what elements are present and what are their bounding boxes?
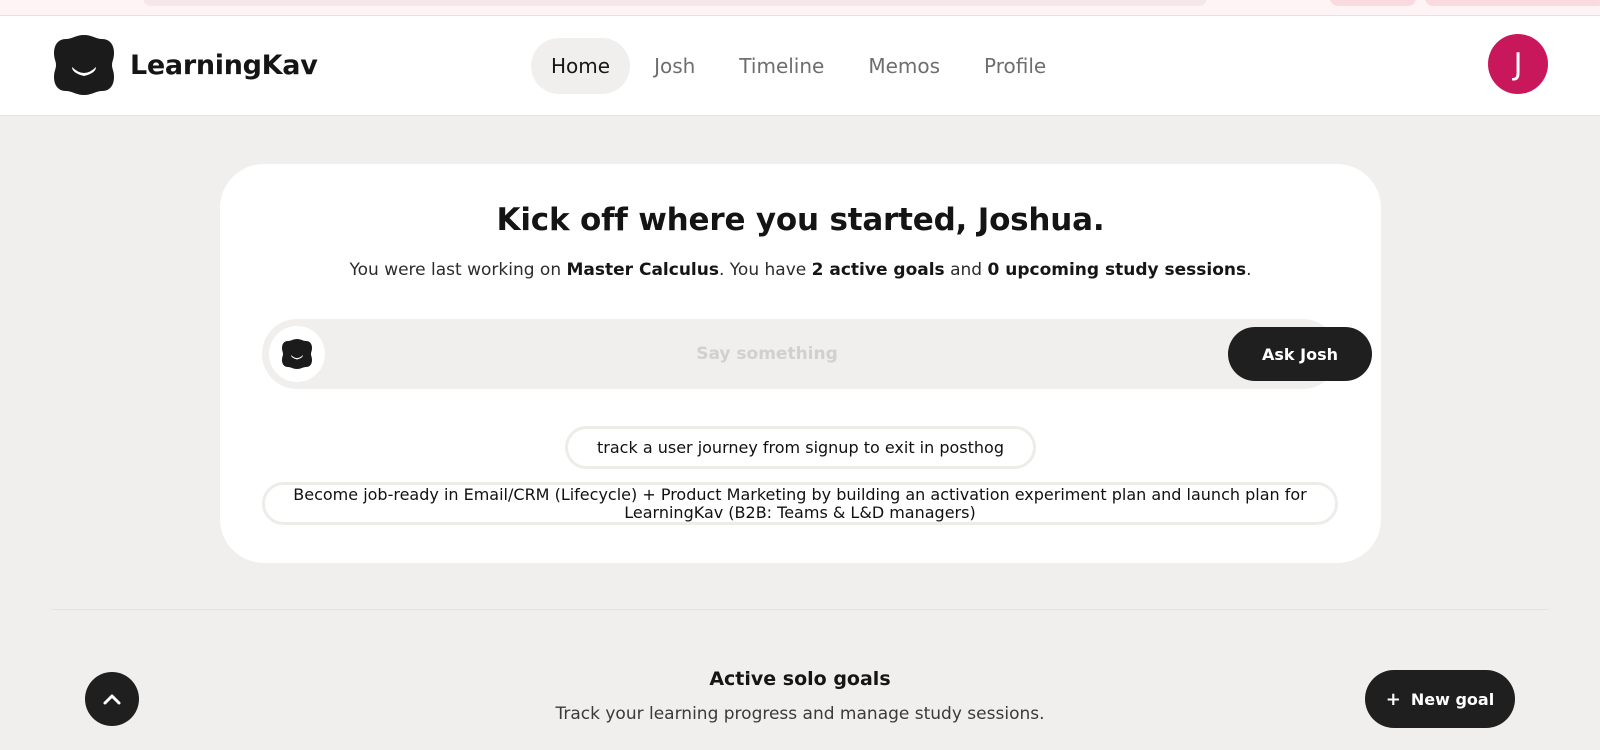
new-goal-label: New goal [1410, 689, 1495, 709]
brand-name: LearningKav [130, 49, 318, 81]
user-avatar[interactable]: J [1488, 34, 1548, 94]
suggestion-chip[interactable]: Become job-ready in Email/CRM (Lifecycle… [262, 482, 1338, 525]
nav-item-timeline[interactable]: Timeline [719, 38, 844, 94]
section-divider [52, 609, 1548, 610]
upcoming-sessions-count: 0 upcoming study sessions [987, 260, 1247, 280]
browser-top-strip [0, 0, 1600, 16]
nav-item-profile[interactable]: Profile [964, 38, 1066, 94]
app-header: LearningKav Home Josh Timeline Memos Pro… [0, 16, 1600, 116]
main-nav: Home Josh Timeline Memos Profile [531, 38, 1066, 94]
new-goal-button[interactable]: + New goal [1365, 670, 1515, 728]
smile-blob-icon [282, 339, 312, 369]
top-strip-bar [143, 0, 1207, 6]
suggestion-chip[interactable]: track a user journey from signup to exit… [565, 426, 1036, 469]
ask-input[interactable] [337, 329, 1197, 379]
hero-card: Kick off where you started, Joshua. You … [220, 164, 1381, 563]
active-goals-count: 2 active goals [811, 260, 945, 280]
subtitle-text: You were last working on [349, 260, 567, 280]
last-goal-name: Master Calculus [566, 260, 719, 280]
subtitle-text: . [1246, 260, 1252, 280]
nav-item-home[interactable]: Home [531, 38, 631, 94]
ask-josh-button[interactable]: Ask Josh [1228, 327, 1372, 381]
goals-section-subtitle: Track your learning progress and manage … [555, 704, 1045, 724]
smile-blob-logo-icon [54, 35, 114, 95]
josh-avatar [269, 326, 325, 382]
top-strip-pill [1330, 0, 1416, 6]
top-strip-pill [1425, 0, 1600, 6]
page-title: Kick off where you started, Joshua. [496, 202, 1105, 238]
nav-item-josh[interactable]: Josh [634, 38, 715, 94]
plus-icon: + [1385, 688, 1401, 710]
subtitle-text: . You have [718, 260, 812, 280]
brand[interactable]: LearningKav [52, 33, 318, 97]
nav-item-memos[interactable]: Memos [848, 38, 960, 94]
subtitle-text: and [944, 260, 988, 280]
goals-section-title: Active solo goals [709, 668, 891, 690]
hero-subtitle: You were last working on Master Calculus… [220, 260, 1381, 280]
ask-bar: Ask Josh [262, 319, 1372, 389]
